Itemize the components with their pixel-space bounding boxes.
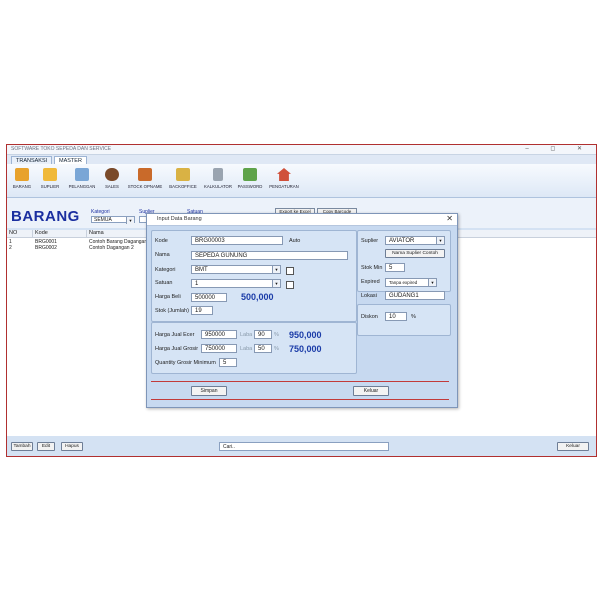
close-icon[interactable]: ✕ [446, 214, 453, 223]
harga-beli-input[interactable]: 500000 [191, 293, 227, 302]
kategori-select[interactable]: BMT ▼ [191, 265, 281, 274]
cell-no: 2 [9, 245, 12, 251]
window-title: SOFTWARE TOKO SEPEDA DAN SERVICE [11, 146, 112, 152]
chevron-down-icon: ▼ [126, 217, 134, 224]
stok-label: Stok (Jumlah) [155, 308, 189, 314]
stok-input[interactable]: 19 [191, 306, 213, 315]
laba-ecer-label: Laba [240, 332, 253, 338]
kategori-label: Kategori [155, 267, 176, 273]
expired-label: Expired [361, 279, 380, 285]
stok-min-label: Stok Min [361, 265, 383, 271]
ribbon-backoffice-button[interactable]: BACKOFFICE [167, 168, 199, 194]
ribbon-kalkulator-button[interactable]: KALKULATOR [201, 168, 235, 194]
suplier-label: Suplier [361, 238, 379, 244]
menu-tabs: TRANSAKSI MASTER [7, 155, 596, 165]
lokasi-label: Lokasi [361, 293, 377, 299]
harga-ecer-label: Harga Jual Ecer [155, 332, 195, 338]
nama-label: Nama [155, 252, 170, 258]
laba-grosir-input[interactable]: 50 [254, 344, 272, 353]
simpan-button[interactable]: Simpan [191, 386, 227, 396]
chevron-down-icon: ▼ [272, 266, 280, 273]
bottom-bar: Tambah Edit Hapus Cari.. Keluar [7, 436, 596, 456]
nama-suplier-button[interactable]: Nama Suplier Contoh [385, 249, 445, 258]
filter-kategori-label: Kategori [91, 209, 110, 215]
ribbon-barang-button[interactable]: BARANG [11, 168, 33, 194]
supplier-icon [43, 168, 57, 181]
expired-select[interactable]: Tanpa expired ▼ [385, 278, 437, 287]
laba-ecer-input[interactable]: 90 [254, 330, 272, 339]
harga-beli-label: Harga Beli [155, 294, 181, 300]
keluar-dialog-button[interactable]: Keluar [353, 386, 389, 396]
divider-top [151, 381, 449, 382]
ribbon-sales-button[interactable]: SALES [101, 168, 123, 194]
ribbon-pengaturan-button[interactable]: PENGATURAN [267, 168, 301, 194]
search-input[interactable]: Cari.. [219, 442, 389, 451]
cell-kode: BRG0002 [35, 245, 57, 251]
title-bar: SOFTWARE TOKO SEPEDA DAN SERVICE – ◻ ✕ [7, 145, 596, 155]
ribbon-pelanggan-button[interactable]: PELANGGAN [67, 168, 97, 194]
nama-input[interactable]: SEPEDA GUNUNG [191, 251, 348, 260]
chevron-down-icon: ▼ [272, 280, 280, 287]
chevron-down-icon: ▼ [436, 237, 444, 244]
column-header-no[interactable]: NO [7, 230, 33, 237]
kategori-checkbox[interactable] [286, 267, 294, 275]
sales-person-icon [105, 168, 119, 181]
kode-input[interactable]: BRG00003 [191, 236, 283, 245]
stok-min-input[interactable]: 5 [385, 263, 405, 272]
diskon-label: Diskon [361, 314, 378, 320]
satuan-label: Satuan [155, 280, 173, 286]
harga-grosir-label: Harga Jual Grosir [155, 346, 199, 352]
ribbon-password-button[interactable]: PASSWORD [235, 168, 265, 194]
chevron-down-icon: ▼ [428, 279, 436, 286]
settings-house-icon [277, 168, 291, 181]
page-title: BARANG [11, 208, 80, 225]
input-barang-dialog: Input Data Barang ✕ Kode BRG00003 Auto N… [146, 213, 458, 408]
column-header-kode[interactable]: Kode [33, 230, 87, 237]
satuan-checkbox[interactable] [286, 281, 294, 289]
dialog-title-bar: Input Data Barang ✕ [147, 214, 457, 226]
window-controls[interactable]: – ◻ ✕ [525, 145, 592, 152]
divider-bottom [151, 399, 449, 400]
password-icon [243, 168, 257, 181]
suplier-select[interactable]: AVIATOR ▼ [385, 236, 445, 245]
filter-kategori-select[interactable]: SEMUA ▼ [91, 216, 135, 224]
diskon-input[interactable]: 10 [385, 312, 407, 321]
ribbon-suplier-button[interactable]: SUPLIER [39, 168, 61, 194]
edit-button[interactable]: Edit [37, 442, 55, 451]
kode-label: Kode [155, 238, 168, 244]
stock-opname-icon [138, 168, 152, 181]
harga-grosir-display: 750,000 [289, 344, 322, 354]
qty-grosir-label: Quantity Grosir Minimum [155, 360, 216, 366]
percent-label: % [274, 346, 279, 352]
ribbon-stock-opname-button[interactable]: STOCK OPNAME [127, 168, 163, 194]
hapus-button[interactable]: Hapus [61, 442, 83, 451]
satuan-select[interactable]: 1 ▼ [191, 279, 281, 288]
tambah-button[interactable]: Tambah [11, 442, 33, 451]
percent-label: % [274, 332, 279, 338]
lokasi-input[interactable]: GUDANG1 [385, 291, 445, 300]
cell-nama: Contoh Dagangan 2 [89, 245, 134, 251]
keluar-button[interactable]: Keluar [557, 442, 589, 451]
diskon-percent-label: % [411, 314, 416, 320]
qty-grosir-input[interactable]: 5 [219, 358, 237, 367]
harga-beli-display: 500,000 [241, 292, 274, 302]
auto-label: Auto [289, 238, 301, 244]
customer-icon [75, 168, 89, 181]
ribbon-toolbar: BARANG SUPLIER PELANGGAN SALES STOCK OPN… [7, 164, 596, 198]
backoffice-icon [176, 168, 190, 181]
calculator-icon [213, 168, 223, 181]
harga-ecer-input[interactable]: 950000 [201, 330, 237, 339]
dialog-title: Input Data Barang [157, 216, 202, 222]
harga-ecer-display: 950,000 [289, 330, 322, 340]
harga-grosir-input[interactable]: 750000 [201, 344, 237, 353]
laba-grosir-label: Laba [240, 346, 253, 352]
box-icon [15, 168, 29, 181]
